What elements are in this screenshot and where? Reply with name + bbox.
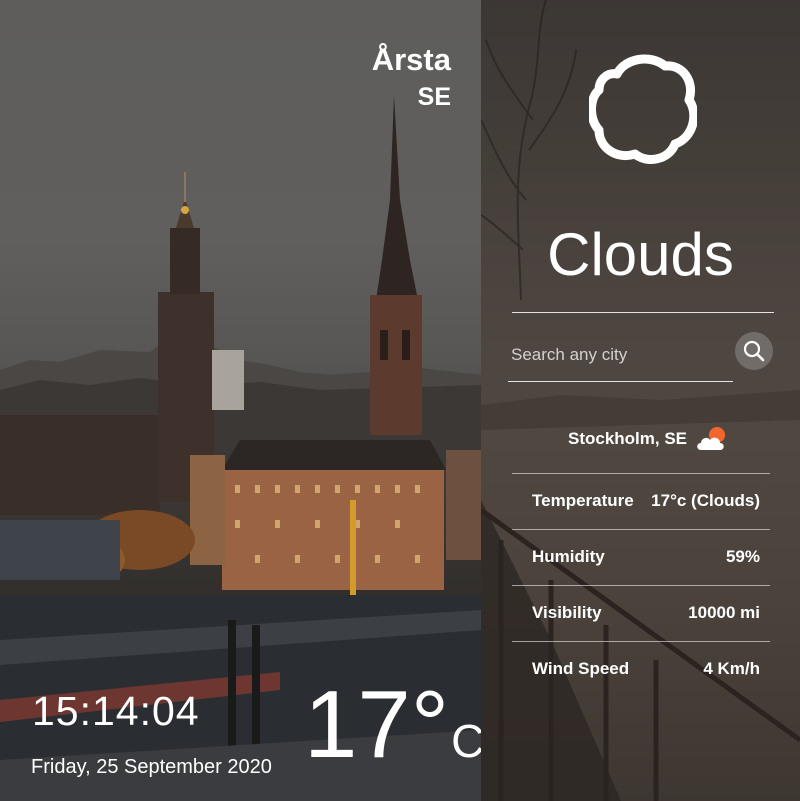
detail-value: 10000 mi — [688, 603, 760, 622]
location-display: Årsta SE — [372, 42, 451, 112]
detail-label: Temperature — [532, 491, 634, 510]
clock-date: Friday, 25 September 2020 — [31, 756, 272, 778]
detail-label: Humidity — [532, 547, 605, 566]
search-underline — [508, 381, 733, 382]
search-button[interactable] — [735, 332, 773, 370]
details-divider-2 — [512, 529, 770, 530]
detail-row-visibility: Visibility 10000 mi — [532, 598, 760, 628]
clock-time: 15:14:04 — [32, 688, 200, 734]
details-divider-4 — [512, 641, 770, 642]
detail-value: 59% — [725, 547, 760, 566]
detail-value: 4 Km/h — [703, 659, 760, 678]
temperature-value: 17° — [304, 671, 450, 778]
details-divider-3 — [512, 585, 770, 586]
clouds-icon — [589, 54, 697, 164]
condition-divider — [512, 312, 774, 313]
temperature-unit: C — [451, 715, 481, 767]
background-photo-panel: Årsta SE 15:14:04 Friday, 25 September 2… — [0, 0, 481, 801]
search-icon — [743, 340, 765, 362]
sun-behind-cloud-icon — [697, 427, 726, 450]
weather-condition: Clouds — [547, 221, 734, 288]
selected-city-label: Stockholm, SE — [568, 429, 688, 448]
detail-label: Visibility — [532, 603, 602, 622]
city-search-input[interactable] — [511, 336, 729, 374]
detail-row-humidity: Humidity 59% — [532, 542, 760, 572]
detail-row-wind-speed: Wind Speed 4 Km/h — [532, 654, 760, 684]
location-country: SE — [417, 83, 451, 111]
location-city: Årsta — [371, 42, 451, 77]
current-temperature: 17°C — [304, 670, 481, 796]
detail-label: Wind Speed — [532, 659, 630, 678]
weather-panel: Clouds Stockholm, SE Temperature 17°c (C… — [481, 0, 800, 801]
detail-value: 17°c (Clouds) — [651, 491, 760, 510]
selected-city: Stockholm, SE — [568, 424, 729, 454]
detail-row-temperature: Temperature 17°c (Clouds) — [532, 486, 760, 516]
details-divider-1 — [512, 473, 770, 474]
